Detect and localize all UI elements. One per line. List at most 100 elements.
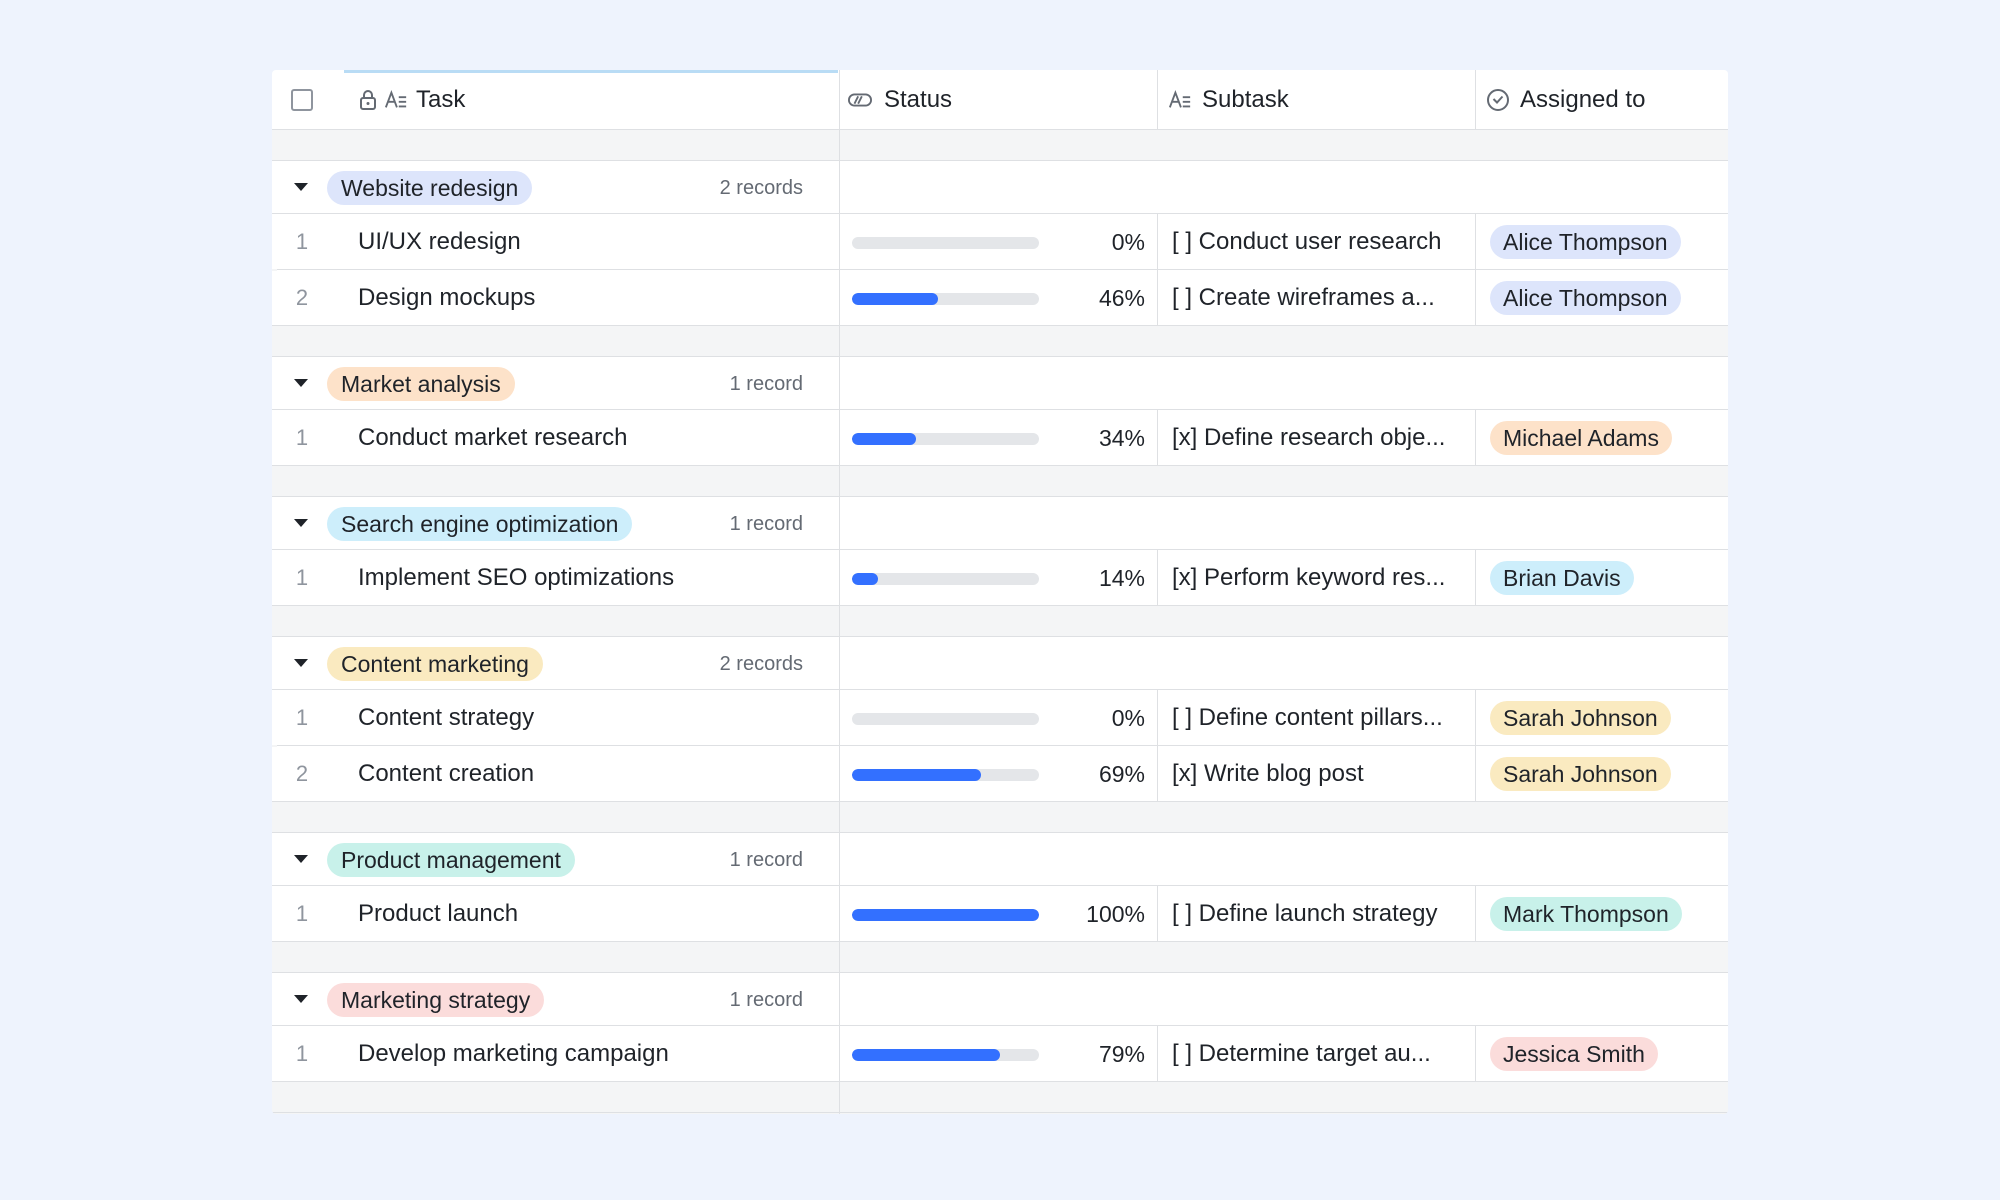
- assignee-cell[interactable]: Alice Thompson: [1475, 214, 1728, 269]
- column-divider: [839, 942, 840, 972]
- group-header-row[interactable]: Search engine optimization 1 record: [272, 496, 1728, 550]
- row-number: 1: [295, 1041, 309, 1066]
- status-cell[interactable]: 46%: [839, 270, 1157, 325]
- table-row[interactable]: 1 Conduct market research 34% [x] Define re…: [272, 410, 1728, 466]
- table-row[interactable]: 2 Design mockups 46% [ ] Create wireframes …: [272, 269, 1728, 326]
- row-inset: [272, 269, 277, 271]
- subtask-text: [ ] Define content pillars...: [1172, 704, 1443, 731]
- table-row[interactable]: 1 Content strategy 0% [ ] Define content pi…: [272, 690, 1728, 746]
- subtask-text: [x] Define research obje...: [1172, 424, 1446, 451]
- collapse-caret-icon[interactable]: [294, 659, 308, 667]
- subtask-cell[interactable]: [ ] Conduct user research: [1157, 214, 1475, 269]
- task-cell[interactable]: 2 Content creation: [272, 746, 839, 801]
- progress-bar-track: [852, 1049, 1039, 1061]
- subtask-cell[interactable]: [x] Write blog post: [1157, 746, 1475, 801]
- assignee-cell[interactable]: Sarah Johnson: [1475, 746, 1728, 801]
- progress-bar-track: [852, 713, 1039, 725]
- group-header-row[interactable]: Website redesign 2 records: [272, 160, 1728, 214]
- row-number: 1: [295, 425, 309, 450]
- progress-percent: 100%: [1086, 901, 1145, 927]
- collapse-caret-icon[interactable]: [294, 379, 308, 387]
- assigned-header-label: Assigned to: [1520, 86, 1646, 113]
- group-tag: Search engine optimization: [327, 507, 633, 541]
- assigned-column-header[interactable]: Assigned to: [1475, 70, 1728, 129]
- table-row[interactable]: 1 Implement SEO optimizations 14% [x] Perfo…: [272, 550, 1728, 606]
- subtask-cell[interactable]: [ ] Determine target au...: [1157, 1026, 1475, 1081]
- data-grid: Task Status Subtask Assigned to Website …: [272, 70, 1728, 1114]
- status-cell[interactable]: 69%: [839, 746, 1157, 801]
- progress-percent: 0%: [1111, 705, 1145, 731]
- select-all-checkbox[interactable]: [291, 89, 313, 111]
- task-cell[interactable]: 1 UI/UX redesign: [272, 214, 839, 269]
- task-cell[interactable]: 1 Conduct market research: [272, 410, 839, 465]
- progress-bar-fill: [852, 573, 879, 585]
- subtask-column-header[interactable]: Subtask: [1157, 70, 1475, 129]
- table-row[interactable]: 2 Content creation 69% [x] Write blog post S…: [272, 745, 1728, 802]
- progress-bar-track: [852, 769, 1039, 781]
- collapse-caret-icon[interactable]: [294, 995, 308, 1003]
- status-cell[interactable]: 0%: [839, 214, 1157, 269]
- status-cell[interactable]: 14%: [839, 550, 1157, 605]
- subtask-cell[interactable]: [ ] Create wireframes a...: [1157, 270, 1475, 325]
- row-number: 1: [295, 901, 309, 926]
- assignee-cell[interactable]: Brian Davis: [1475, 550, 1728, 605]
- table-row[interactable]: 1 Product launch 100% [ ] Define launch str…: [272, 886, 1728, 942]
- collapse-caret-icon[interactable]: [294, 519, 308, 527]
- task-cell[interactable]: 2 Design mockups: [272, 270, 839, 325]
- table-row[interactable]: 1 Develop marketing campaign 79% [ ] Determ…: [272, 1026, 1728, 1082]
- assignee-cell[interactable]: Sarah Johnson: [1475, 690, 1728, 745]
- row-inset: [272, 745, 277, 747]
- status-column-header[interactable]: Status: [839, 70, 1157, 129]
- status-cell[interactable]: 79%: [839, 1026, 1157, 1081]
- group-tag: Product management: [327, 843, 575, 877]
- column-divider: [839, 606, 840, 636]
- group-empty-cells: [839, 357, 1728, 409]
- group-record-count: 1 record: [729, 989, 803, 1011]
- status-cell[interactable]: 34%: [839, 410, 1157, 465]
- subtask-cell[interactable]: [ ] Define launch strategy: [1157, 886, 1475, 941]
- group-header-row[interactable]: Content marketing 2 records: [272, 636, 1728, 690]
- column-divider: [839, 130, 840, 160]
- subtask-cell[interactable]: [x] Define research obje...: [1157, 410, 1475, 465]
- assignee-tag: Mark Thompson: [1490, 897, 1682, 931]
- assignee-cell[interactable]: Mark Thompson: [1475, 886, 1728, 941]
- group-record-count: 1 record: [729, 373, 803, 395]
- group-header-row[interactable]: Marketing strategy 1 record: [272, 972, 1728, 1026]
- text-field-icon: [1168, 88, 1192, 112]
- collapse-caret-icon[interactable]: [294, 183, 308, 191]
- group-record-count: 2 records: [719, 177, 803, 199]
- collapse-caret-icon[interactable]: [294, 855, 308, 863]
- task-cell[interactable]: 1 Content strategy: [272, 690, 839, 745]
- status-cell[interactable]: 0%: [839, 690, 1157, 745]
- task-name: Content creation: [358, 760, 535, 787]
- person-circle-icon: [1486, 88, 1510, 112]
- task-name: Design mockups: [358, 284, 536, 311]
- table-row[interactable]: 1 UI/UX redesign 0% [ ] Conduct user resear…: [272, 214, 1728, 270]
- subtask-text: [ ] Determine target au...: [1172, 1040, 1431, 1067]
- group-empty-cells: [839, 497, 1728, 549]
- column-divider: [839, 802, 840, 832]
- task-column-header[interactable]: Task: [272, 70, 839, 129]
- group-tag: Website redesign: [327, 171, 533, 205]
- task-cell[interactable]: 1 Develop marketing campaign: [272, 1026, 839, 1081]
- group-empty-cells: [839, 973, 1728, 1025]
- task-cell[interactable]: 1 Product launch: [272, 886, 839, 941]
- group-header-row[interactable]: Market analysis 1 record: [272, 356, 1728, 410]
- assignee-cell[interactable]: Michael Adams: [1475, 410, 1728, 465]
- assignee-cell[interactable]: Jessica Smith: [1475, 1026, 1728, 1081]
- assignee-tag: Sarah Johnson: [1490, 701, 1671, 735]
- assignee-cell[interactable]: Alice Thompson: [1475, 270, 1728, 325]
- progress-percent: 46%: [1098, 285, 1145, 311]
- task-cell[interactable]: 1 Implement SEO optimizations: [272, 550, 839, 605]
- group-header-row[interactable]: Product management 1 record: [272, 832, 1728, 886]
- subtask-cell[interactable]: [x] Perform keyword res...: [1157, 550, 1475, 605]
- progress-bar-fill: [852, 769, 982, 781]
- progress-percent: 0%: [1111, 229, 1145, 255]
- progress-bar-fill: [852, 1049, 1000, 1061]
- subtask-cell[interactable]: [ ] Define content pillars...: [1157, 690, 1475, 745]
- assignee-tag: Brian Davis: [1490, 561, 1634, 595]
- task-name: Conduct market research: [358, 424, 628, 451]
- lock-icon: [356, 88, 380, 112]
- status-cell[interactable]: 100%: [839, 886, 1157, 941]
- group-empty-cells: [839, 637, 1728, 689]
